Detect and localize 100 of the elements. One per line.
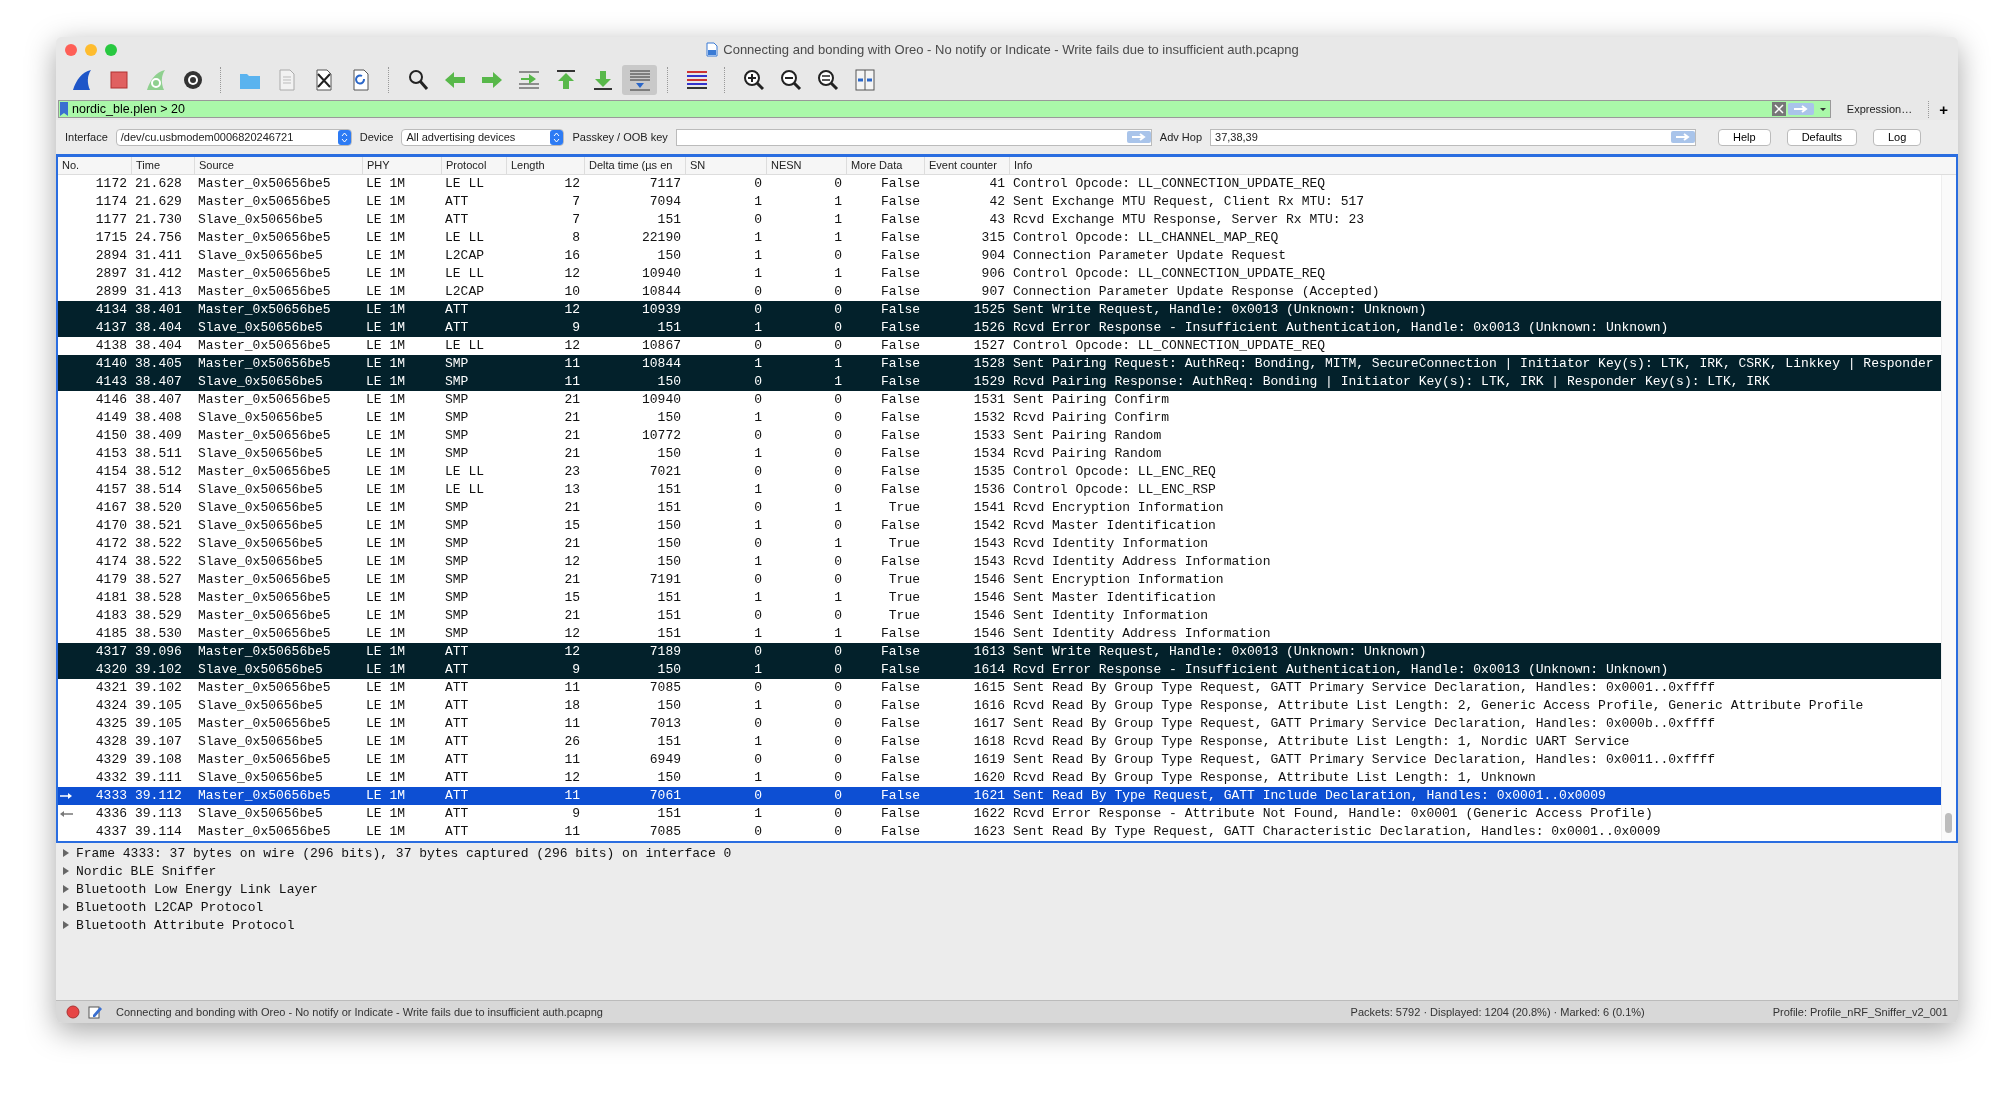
- table-cell-text: 7191: [648, 571, 682, 589]
- column-header[interactable]: PHY: [362, 157, 441, 174]
- table-cell-text: 1: [753, 661, 763, 679]
- table-cell-text: 38.407: [134, 391, 183, 409]
- table-cell-text: 7: [571, 193, 581, 211]
- table-cell-text: 1618: [972, 733, 1006, 751]
- table-cell-text: False: [880, 175, 921, 193]
- table-cell-text: 0: [833, 517, 843, 535]
- table-cell-text: LE 1M: [365, 661, 406, 679]
- table-cell-text: Master_0x50656be5: [197, 751, 332, 769]
- table-cell-text: 1533: [972, 427, 1006, 445]
- table-cell-text: 12: [563, 769, 581, 787]
- table-cell-text: 4140: [94, 355, 128, 373]
- table-cell-text: LE 1M: [365, 391, 406, 409]
- defaults-button[interactable]: Defaults: [1786, 128, 1857, 146]
- column-header[interactable]: Delta time (µs en: [584, 157, 685, 174]
- table-cell-text: 4183: [94, 607, 128, 625]
- device-select[interactable]: All advertising devices: [401, 128, 565, 146]
- table-cell-text: 13: [563, 481, 581, 499]
- help-button[interactable]: Help: [1718, 128, 1771, 146]
- table-cell-text: 0: [833, 751, 843, 769]
- packet-row[interactable]: 4140 38.405 Master_0x50656be5 LE 1M SMP 11 10844 1 1 False 1528 Sent Pairing Request: AuthReq: Bonding, MITM, SecureConnection | Initiator Key(s): LTK, IRK, CSRK, Linkkey | Responder: [58, 355, 1941, 373]
- collapsed-triangle-icon[interactable]: [62, 884, 70, 894]
- table-cell-text: 0: [833, 445, 843, 463]
- edit-comment-icon[interactable]: [88, 1005, 102, 1019]
- table-cell-text: L2CAP: [444, 247, 485, 265]
- table-cell-text: Rcvd Pairing Response: AuthReq: Bonding | Initiator Key(s): LTK, IRK | Responder Key(s): LTK, IRK: [1012, 373, 1771, 391]
- tree-item[interactable]: Bluetooth L2CAP Protocol: [76, 899, 264, 915]
- column-header[interactable]: SN: [685, 157, 766, 174]
- table-cell-text: LE 1M: [365, 229, 406, 247]
- table-cell-text: LE 1M: [365, 463, 406, 481]
- passkey-field[interactable]: [675, 128, 1152, 146]
- table-cell-text: 31.413: [134, 283, 183, 301]
- table-cell-text: 21: [563, 499, 581, 517]
- table-cell-text: 0: [753, 283, 763, 301]
- table-cell-text: Sent Read By Group Type Request, GATT Primary Service Declaration, Handles: 0x0001..0xffff: [1012, 679, 1717, 697]
- scrollbar-thumb[interactable]: [1945, 813, 1952, 833]
- table-cell-text: 2899: [94, 283, 128, 301]
- column-header[interactable]: Protocol: [441, 157, 506, 174]
- log-button[interactable]: Log: [1873, 128, 1922, 146]
- tree-item[interactable]: Nordic BLE Sniffer: [76, 863, 217, 879]
- column-header[interactable]: NESN: [766, 157, 846, 174]
- interface-label: Interface: [65, 131, 108, 143]
- table-cell-text: 38.407: [134, 373, 183, 391]
- table-cell-text: ATT: [444, 787, 470, 805]
- packet-row[interactable]: 4134 38.401 Master_0x50656be5 LE 1M ATT 12 10939 0 0 False 1525 Sent Write Request, Handle: 0x0013 (Unknown: Unknown): [58, 301, 1941, 319]
- scrollbar[interactable]: [1941, 175, 1956, 841]
- filter-field[interactable]: nordic_ble.plen > 20: [58, 100, 1831, 118]
- table-cell-text: Rcvd Identity Address Information: [1012, 553, 1272, 571]
- table-cell-text: 1: [833, 229, 843, 247]
- table-cell-text: 1: [833, 265, 843, 283]
- packet-row[interactable]: 4317 39.096 Master_0x50656be5 LE 1M ATT 12 7189 0 0 False 1613 Sent Write Request, Handle: 0x0013 (Unknown: Unknown): [58, 643, 1941, 661]
- table-cell-text: 12: [563, 301, 581, 319]
- column-header[interactable]: No.: [58, 157, 131, 174]
- column-header[interactable]: Event counter: [924, 157, 1009, 174]
- packet-row[interactable]: 4333 39.112 Master_0x50656be5 LE 1M ATT 11 7061 0 0 False 1621 Sent Read By Type Request, GATT Include Declaration, Handles: 0x0001..0x0009: [58, 787, 1941, 805]
- packet-row[interactable]: 4320 39.102 Slave_0x50656be5 LE 1M ATT 9 150 1 0 False 1614 Rcvd Error Response - Insufficient Authentication, Handle: 0x0013 (Unknown: Unknown): [58, 661, 1941, 679]
- profile-label[interactable]: Profile: Profile_nRF_Sniffer_v2_001: [1772, 1006, 1948, 1018]
- bookmark-icon[interactable]: [59, 101, 69, 117]
- table-cell-text: 4325: [94, 715, 128, 733]
- table-cell-text: 1614: [972, 661, 1006, 679]
- packet-row[interactable]: 4143 38.407 Slave_0x50656be5 LE 1M SMP 11 150 0 1 False 1529 Rcvd Pairing Response: AuthReq: Bonding | Initiator Key(s): LTK, IRK | Responder Key(s): LTK, IRK: [58, 373, 1941, 391]
- table-cell-text: 1529: [972, 373, 1006, 391]
- add-button[interactable]: +: [1928, 100, 1956, 118]
- packet-row[interactable]: 4137 38.404 Slave_0x50656be5 LE 1M ATT 9 151 1 0 False 1526 Rcvd Error Response - Insufficient Authentication, Handle: 0x0013 (Unknown: Unknown): [58, 319, 1941, 337]
- table-cell-text: Master_0x50656be5: [197, 643, 332, 661]
- collapsed-triangle-icon[interactable]: [62, 848, 70, 858]
- table-cell-text: LE LL: [444, 337, 485, 355]
- column-header[interactable]: Time: [131, 157, 194, 174]
- column-header[interactable]: Info: [1009, 157, 1956, 174]
- adv-hop-field[interactable]: 37,38,39: [1210, 128, 1696, 146]
- table-cell-text: 0: [753, 463, 763, 481]
- table-cell-text: SMP: [444, 571, 470, 589]
- collapsed-triangle-icon[interactable]: [62, 920, 70, 930]
- table-cell-text: 21.730: [134, 211, 183, 229]
- table-cell-text: LE 1M: [365, 427, 406, 445]
- status-dot-icon[interactable]: [66, 1005, 80, 1019]
- clear-icon[interactable]: [1771, 102, 1786, 116]
- table-cell-text: LE 1M: [365, 247, 406, 265]
- table-cell-text: 1: [753, 553, 763, 571]
- table-cell-text: LE 1M: [365, 265, 406, 283]
- column-header[interactable]: More Data: [846, 157, 924, 174]
- collapsed-triangle-icon[interactable]: [62, 902, 70, 912]
- tree-item[interactable]: Bluetooth Attribute Protocol: [76, 917, 295, 933]
- table-cell-text: 0: [753, 643, 763, 661]
- collapsed-triangle-icon[interactable]: [62, 866, 70, 876]
- table-cell-text: 0: [833, 697, 843, 715]
- table-cell-text: 21.629: [134, 193, 183, 211]
- window-close-button[interactable]: [65, 43, 77, 56]
- column-header[interactable]: Length: [506, 157, 584, 174]
- table-cell-text: 0: [833, 409, 843, 427]
- column-header[interactable]: Source: [194, 157, 362, 174]
- tree-item[interactable]: Frame 4333: 37 bytes on wire (296 bits), 37 bytes captured (296 bits) on interface 0: [76, 845, 732, 861]
- table-cell-text: 0: [833, 571, 843, 589]
- table-cell-text: 151: [656, 499, 682, 517]
- tree-item[interactable]: Bluetooth Low Energy Link Layer: [76, 881, 318, 897]
- table-cell-text: 11: [563, 823, 581, 841]
- interface-select[interactable]: /dev/cu.usbmodem0006820246721: [115, 128, 352, 146]
- expression-button[interactable]: Expression…: [1836, 103, 1923, 115]
- table-cell-text: False: [880, 643, 921, 661]
